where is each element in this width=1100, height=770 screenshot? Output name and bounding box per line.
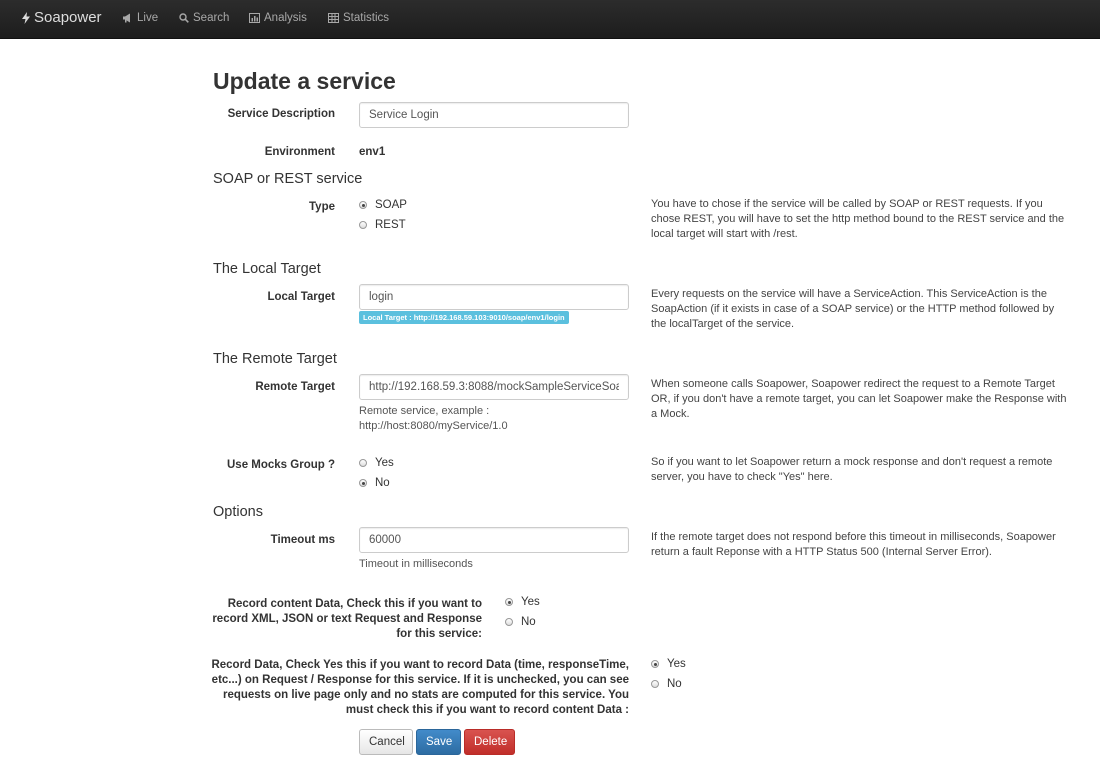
remote-target-input[interactable] <box>359 374 629 400</box>
remote-target-hint-line: Remote service, example : <box>359 405 490 417</box>
nav-item-search[interactable]: Search <box>179 12 229 24</box>
radio-label: Yes <box>375 457 394 469</box>
bolt-icon <box>22 11 30 24</box>
type-option-rest[interactable]: REST <box>359 219 406 231</box>
record-data-option-no[interactable]: No <box>651 678 682 690</box>
brand-link[interactable]: Soapower <box>22 9 102 26</box>
soap-rest-section-title: SOAP or REST service <box>213 171 363 187</box>
mocks-group-option-yes[interactable]: Yes <box>359 457 394 469</box>
record-content-label-line: record XML, JSON or text Request and Res… <box>212 613 482 625</box>
search-icon <box>179 13 189 23</box>
timeout-input[interactable] <box>359 527 629 553</box>
record-content-label-line: Record content Data, Check this if you w… <box>227 598 482 610</box>
record-data-label-line: etc...) on Request / Response for this s… <box>211 674 629 686</box>
record-data-label-line: requests on live page only and no stats … <box>222 689 629 701</box>
nav-item-label: Statistics <box>343 12 390 24</box>
radio-button[interactable] <box>359 201 367 209</box>
delete-button[interactable]: Delete <box>464 729 515 755</box>
radio-button[interactable] <box>359 221 367 229</box>
nav-item-statistics[interactable]: Statistics <box>328 12 389 24</box>
remote-target-hint: Remote service, example : http://host:80… <box>359 404 508 434</box>
chart-icon <box>249 13 260 23</box>
radio-button[interactable] <box>505 618 513 626</box>
options-section-title: Options <box>213 504 263 520</box>
radio-label: Yes <box>521 596 540 608</box>
record-content-label-line: for this service: <box>396 628 482 640</box>
local-target-url-badge: Local Target : http://192.168.59.103:901… <box>359 311 569 324</box>
service-description-label: Service Description <box>227 108 335 120</box>
bullhorn-icon <box>122 13 133 23</box>
radio-label: REST <box>375 219 406 231</box>
radio-button[interactable] <box>359 459 367 467</box>
radio-button[interactable] <box>505 598 513 606</box>
nav-item-live[interactable]: Live <box>122 12 158 24</box>
local-target-label: Local Target <box>267 291 335 303</box>
service-description-input[interactable] <box>359 102 629 128</box>
type-help-text: You have to chose if the service will be… <box>651 198 1065 240</box>
radio-label: SOAP <box>375 199 407 211</box>
page-title: Update a service <box>213 68 396 94</box>
record-data-label-line: must check this if you want to record co… <box>345 704 629 716</box>
environment-value: env1 <box>359 146 386 158</box>
radio-label: No <box>375 477 390 489</box>
nav-item-label: Search <box>193 12 230 24</box>
cancel-button[interactable]: Cancel <box>359 729 413 755</box>
record-content-label: Record content Data, Check this if you w… <box>150 597 482 642</box>
mocks-group-help-text: So if you want to let Soapower return a … <box>651 456 1053 483</box>
radio-label: No <box>667 678 682 690</box>
top-navbar: Soapower Live Search Analysis Statistics <box>0 0 1100 39</box>
type-option-soap[interactable]: SOAP <box>359 199 407 211</box>
mocks-group-label: Use Mocks Group ? <box>227 459 335 471</box>
record-data-option-yes[interactable]: Yes <box>651 658 686 670</box>
record-data-label-line: Record Data, Check Yes this if you want … <box>211 659 629 671</box>
record-data-label: Record Data, Check Yes this if you want … <box>200 658 629 718</box>
mocks-group-option-no[interactable]: No <box>359 477 390 489</box>
radio-button[interactable] <box>651 680 659 688</box>
timeout-hint: Timeout in milliseconds <box>359 558 473 570</box>
local-target-input[interactable] <box>359 284 629 310</box>
nav-item-analysis[interactable]: Analysis <box>249 12 307 24</box>
radio-label: No <box>521 616 536 628</box>
brand-label: Soapower <box>34 9 102 26</box>
radio-button[interactable] <box>359 479 367 487</box>
remote-target-hint-line: http://host:8080/myService/1.0 <box>359 420 508 432</box>
record-content-option-yes[interactable]: Yes <box>505 596 540 608</box>
radio-button[interactable] <box>651 660 659 668</box>
local-target-help-text: Every requests on the service will have … <box>651 288 1055 330</box>
remote-target-help-text: When someone calls Soapower, Soapower re… <box>651 378 1067 420</box>
timeout-help-text: If the remote target does not respond be… <box>651 531 1056 558</box>
nav-item-label: Analysis <box>264 12 307 24</box>
radio-label: Yes <box>667 658 686 670</box>
timeout-label: Timeout ms <box>270 534 335 546</box>
environment-label: Environment <box>264 146 335 158</box>
save-button[interactable]: Save <box>416 729 461 755</box>
remote-target-section-title: The Remote Target <box>213 351 337 367</box>
nav-item-label: Live <box>137 12 159 24</box>
type-label: Type <box>309 201 335 213</box>
remote-target-label: Remote Target <box>255 381 335 393</box>
record-content-option-no[interactable]: No <box>505 616 536 628</box>
local-target-section-title: The Local Target <box>213 261 321 277</box>
table-icon <box>328 13 339 23</box>
